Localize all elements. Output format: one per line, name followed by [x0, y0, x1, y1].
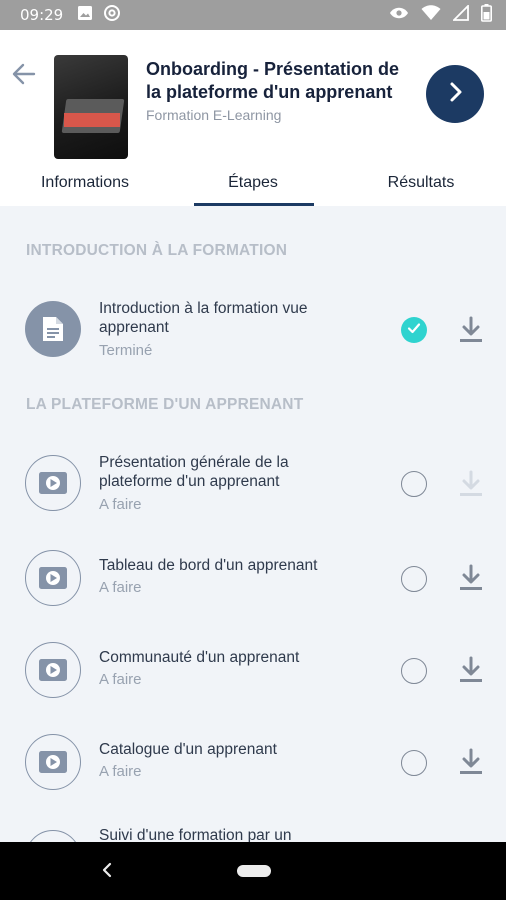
section-title: LA PLATEFORME D'UN APPRENANT: [26, 396, 304, 413]
download-icon: [458, 656, 484, 688]
video-icon: [25, 642, 81, 698]
incomplete-circle: [401, 750, 427, 776]
tab-informations[interactable]: Informations: [0, 160, 170, 206]
download-icon: [458, 748, 484, 780]
eye-icon: [389, 6, 409, 25]
download-icon: [458, 470, 484, 502]
course-subtitle: Formation E-Learning: [146, 107, 282, 123]
download-button[interactable]: [458, 316, 484, 344]
back-button[interactable]: [10, 60, 38, 88]
step-title: Communauté d'un apprenant: [99, 649, 300, 666]
system-nav-bar: [0, 842, 506, 900]
step-status: A faire: [99, 496, 142, 513]
chevron-right-icon: [443, 80, 467, 109]
video-icon: [25, 550, 81, 606]
section-title: INTRODUCTION À LA FORMATION: [26, 242, 288, 259]
battery-icon: [481, 3, 492, 27]
step-status: A faire: [99, 763, 142, 780]
status-bar: 09:29: [0, 0, 506, 30]
tab-bar: Informations Étapes Résultats: [0, 160, 506, 206]
incomplete-circle: [401, 566, 427, 592]
course-thumbnail: [54, 55, 128, 159]
next-button[interactable]: [426, 65, 484, 123]
download-button-disabled: [458, 470, 484, 498]
download-button[interactable]: [458, 748, 484, 776]
download-button[interactable]: [458, 564, 484, 592]
download-icon: [458, 564, 484, 596]
image-icon: [77, 5, 93, 26]
step-status: Terminé: [99, 342, 153, 359]
step-status: A faire: [99, 579, 142, 596]
incomplete-circle: [401, 471, 427, 497]
incomplete-circle: [401, 658, 427, 684]
video-icon: [25, 734, 81, 790]
status-time: 09:29: [20, 6, 64, 24]
video-icon: [25, 830, 81, 842]
completed-check: [401, 317, 427, 343]
step-title: Introduction à la formation vue apprenan…: [99, 300, 308, 336]
step-title: Suivi d'une formation par un: [99, 827, 292, 842]
arrow-left-icon: [10, 63, 38, 92]
system-back-button[interactable]: [100, 860, 114, 885]
video-icon: [25, 455, 81, 511]
step-title: Catalogue d'un apprenant: [99, 741, 277, 758]
at-icon: [103, 4, 121, 27]
step-title: Présentation générale de la plateforme d…: [99, 454, 289, 490]
signal-icon: [451, 3, 469, 26]
tab-etapes[interactable]: Étapes: [170, 160, 336, 206]
step-status: A faire: [99, 671, 142, 688]
course-header: Onboarding - Présentation de la platefor…: [0, 30, 506, 206]
wifi-icon: [421, 4, 441, 26]
tab-resultats[interactable]: Résultats: [336, 160, 506, 206]
chevron-left-icon: [100, 862, 114, 884]
step-title: Tableau de bord d'un apprenant: [99, 557, 318, 574]
steps-list[interactable]: INTRODUCTION À LA FORMATION Introduction…: [0, 206, 506, 842]
check-icon: [406, 320, 422, 341]
download-button[interactable]: [458, 656, 484, 684]
document-icon: [25, 301, 81, 357]
system-home-button[interactable]: [237, 865, 271, 877]
download-icon: [458, 316, 484, 348]
course-title: Onboarding - Présentation de la platefor…: [146, 59, 400, 102]
